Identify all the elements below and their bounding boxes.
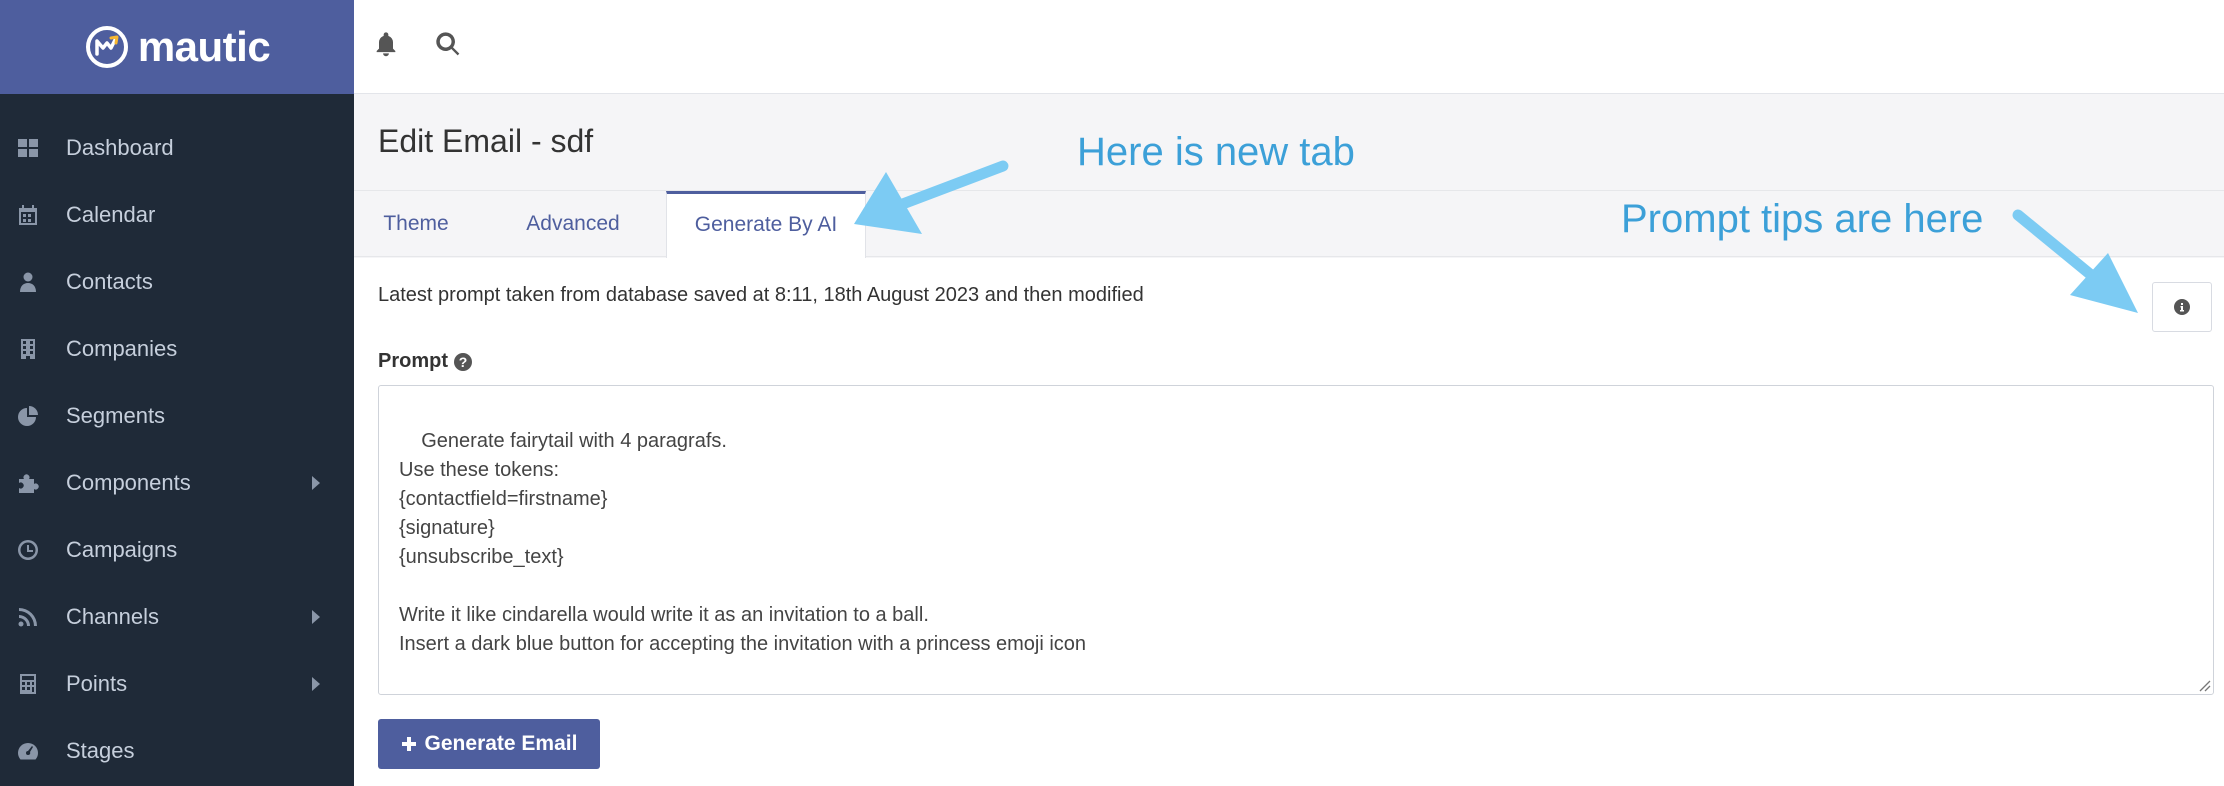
sidebar-item-stages[interactable]: Stages xyxy=(0,717,354,784)
annotation-arrow-new-tab-icon xyxy=(854,160,1009,234)
prompt-label-text: Prompt xyxy=(378,350,448,372)
sidebar-item-companies[interactable]: Companies xyxy=(0,315,354,382)
clock-icon xyxy=(16,538,40,562)
mautic-logo-icon xyxy=(85,26,128,68)
resize-handle-icon[interactable] xyxy=(2197,678,2211,692)
prompt-label: Prompt ? xyxy=(378,350,472,373)
annotation-arrow-prompt-tips-icon xyxy=(2012,209,2138,313)
sidebar-item-label: Dashboard xyxy=(66,134,174,160)
sidebar-item-label: Contacts xyxy=(66,268,153,294)
prompt-textarea[interactable]: Generate fairytail with 4 paragrafs. Use… xyxy=(378,385,2214,695)
building-icon xyxy=(16,337,40,361)
sidebar-item-calendar[interactable]: Calendar xyxy=(0,181,354,248)
annotation-new-tab: Here is new tab xyxy=(1077,130,1355,174)
search-icon[interactable] xyxy=(434,30,462,63)
prompt-tips-button[interactable] xyxy=(2152,282,2212,332)
sidebar-item-campaigns[interactable]: Campaigns xyxy=(0,516,354,583)
sidebar-item-components[interactable]: Components xyxy=(0,449,354,516)
sidebar-item-label: Calendar xyxy=(66,201,156,227)
prompt-textarea-value: Generate fairytail with 4 paragrafs. Use… xyxy=(399,430,1087,655)
generate-email-button[interactable]: Generate Email xyxy=(378,719,600,769)
calendar-icon xyxy=(16,203,40,227)
pie-chart-icon xyxy=(16,404,40,428)
calculator-icon xyxy=(16,672,40,696)
user-icon xyxy=(16,270,40,294)
sidebar-item-segments[interactable]: Segments xyxy=(0,382,354,449)
dashboard-icon xyxy=(16,136,40,160)
info-icon xyxy=(2174,299,2190,315)
top-bar xyxy=(354,0,2224,94)
brand-header[interactable]: mautic xyxy=(0,0,354,94)
sidebar-item-dashboard[interactable]: Dashboard xyxy=(0,114,354,181)
sidebar-item-label: Stages xyxy=(66,737,135,763)
tab-advanced[interactable]: Advanced xyxy=(478,191,668,258)
caret-right-icon xyxy=(312,475,320,490)
sidebar-nav: Dashboard Calendar Contacts Companies Se… xyxy=(0,94,354,784)
tachometer-icon xyxy=(16,739,40,763)
sidebar-item-channels[interactable]: Channels xyxy=(0,583,354,650)
tab-content: Latest prompt taken from database saved … xyxy=(354,258,2224,786)
brand-name: mautic xyxy=(137,23,271,70)
sidebar-item-label: Campaigns xyxy=(66,536,178,562)
annotation-prompt-tips: Prompt tips are here xyxy=(1621,197,1984,241)
generate-email-label: Generate Email xyxy=(424,732,578,755)
plus-icon xyxy=(401,737,416,751)
sidebar-item-label: Segments xyxy=(66,402,166,428)
page-title: Edit Email - sdf xyxy=(378,123,594,159)
prompt-source-note: Latest prompt taken from database saved … xyxy=(378,284,1144,306)
sidebar-item-contacts[interactable]: Contacts xyxy=(0,248,354,315)
puzzle-icon xyxy=(16,471,40,495)
tab-theme[interactable]: Theme xyxy=(354,191,478,258)
caret-right-icon xyxy=(312,676,320,691)
sidebar-item-label: Points xyxy=(66,670,128,696)
caret-right-icon xyxy=(312,609,320,624)
brand-logo-group: mautic xyxy=(84,23,271,71)
question-circle-icon[interactable]: ? xyxy=(454,352,472,371)
rss-icon xyxy=(16,605,40,629)
sidebar-item-points[interactable]: Points xyxy=(0,650,354,717)
sidebar-item-label: Companies xyxy=(66,335,178,361)
sidebar-item-label: Channels xyxy=(66,603,159,629)
bell-icon[interactable] xyxy=(372,30,400,63)
sidebar-item-label: Components xyxy=(66,469,191,495)
sidebar: mautic Dashboard Calendar Contacts Compa… xyxy=(0,0,354,786)
tab-generate-by-ai[interactable]: Generate By AI xyxy=(666,191,866,259)
